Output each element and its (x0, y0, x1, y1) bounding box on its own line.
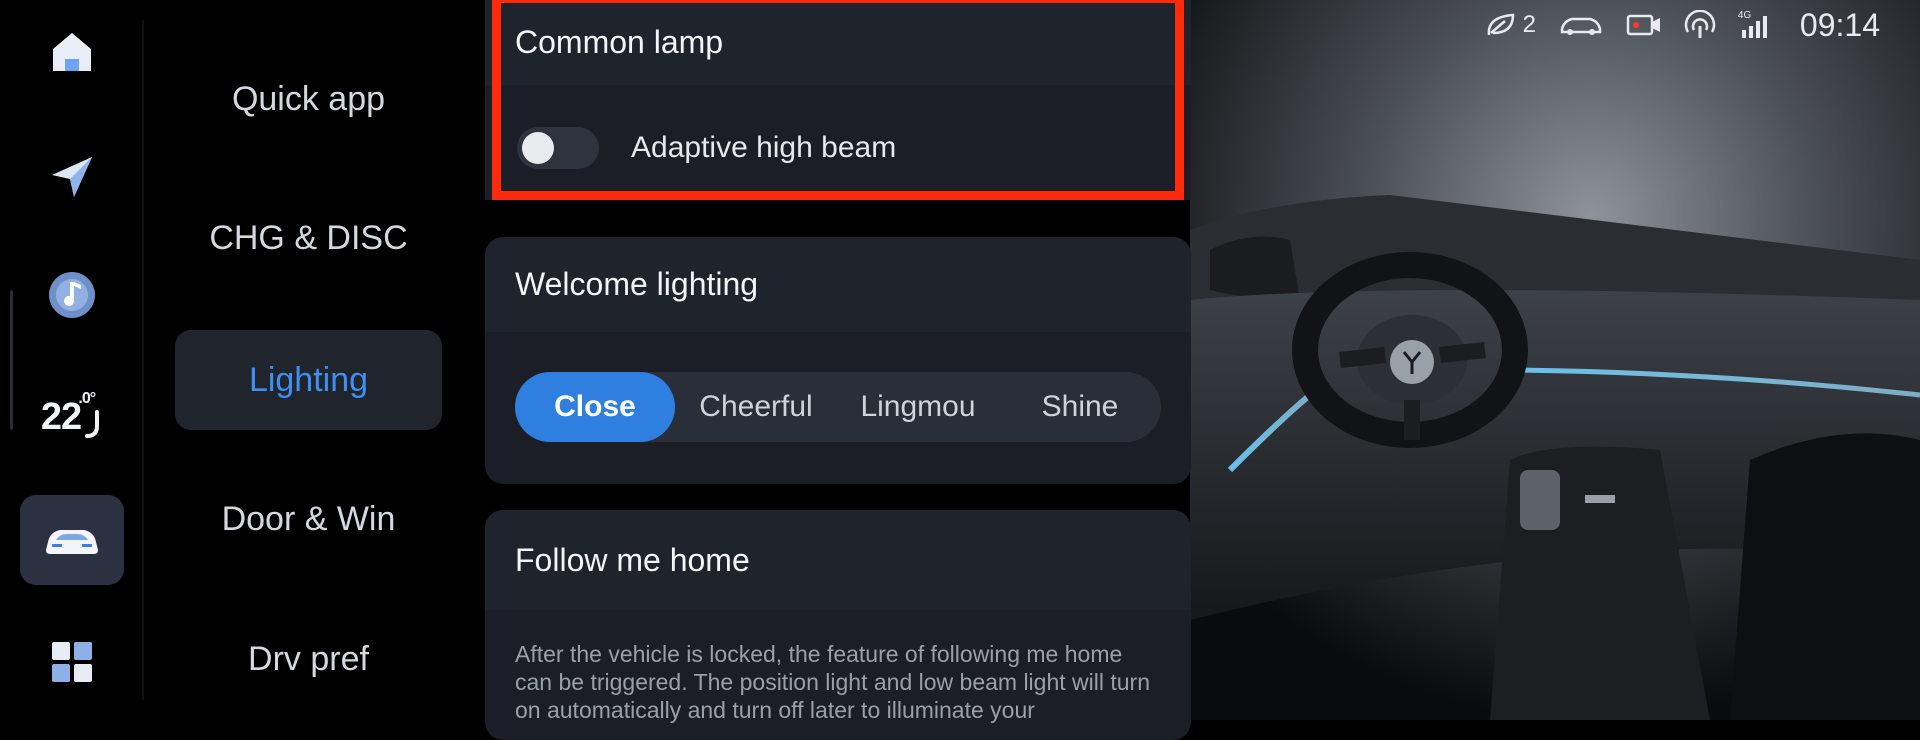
dock-home-button[interactable] (20, 7, 124, 97)
follow-me-home-card: Follow me home After the vehicle is lock… (485, 510, 1191, 740)
app-dock: 22.0° (0, 0, 145, 720)
dock-apps-button[interactable] (20, 617, 124, 707)
eco-leaf-icon (1487, 13, 1514, 36)
signal-icon: 4G (1738, 10, 1768, 40)
eco-count: 2 (1522, 11, 1536, 38)
dock-music-button[interactable] (20, 250, 124, 340)
welcome-option-cheerful[interactable]: Cheerful (675, 372, 837, 442)
nav-item-label: Door & Win (221, 499, 396, 538)
home-icon (53, 33, 91, 71)
dock-car-button[interactable] (20, 495, 124, 585)
toggle-knob (522, 131, 554, 164)
common-lamp-header: Common lamp (485, 0, 1191, 85)
section-title: Common lamp (515, 24, 724, 60)
car-icon (46, 530, 98, 554)
welcome-lighting-header: Welcome lighting (485, 237, 1191, 332)
car-interior-image (1190, 0, 1920, 720)
clock: 09:14 (1799, 6, 1880, 43)
dock-navigation-button[interactable] (20, 132, 124, 222)
dock-climate-button[interactable]: 22.0° (20, 372, 124, 462)
navigation-icon (52, 157, 92, 197)
temperature-readout: 22.0° (40, 389, 96, 438)
welcome-lighting-card: Welcome lighting Close Cheerful Lingmou … (485, 237, 1191, 484)
nav-item-drv-pref[interactable]: Drv pref (175, 609, 442, 709)
nav-item-label: Drv pref (248, 639, 369, 678)
music-icon (49, 272, 95, 318)
nav-item-door-win[interactable]: Door & Win (175, 469, 442, 569)
settings-nav: Quick app CHG & DISC Lighting Door & Win… (145, 0, 475, 720)
welcome-option-shine[interactable]: Shine (999, 372, 1161, 442)
follow-me-home-description: After the vehicle is locked, the feature… (515, 641, 1150, 723)
status-bar: 2 4G 09:14 (1485, 0, 1880, 50)
common-lamp-card: Common lamp Adaptive high beam (485, 0, 1191, 200)
car-interior-illustration (1190, 0, 1920, 720)
nav-item-label: Lighting (248, 360, 369, 399)
section-title: Welcome lighting (515, 266, 759, 302)
welcome-lighting-segmented-control: Close Cheerful Lingmou Shine (515, 372, 1161, 442)
nav-item-label: Quick app (231, 79, 386, 118)
car-status-icon (1560, 17, 1602, 35)
welcome-option-close[interactable]: Close (515, 372, 675, 442)
nav-item-quick-app[interactable]: Quick app (175, 49, 442, 149)
dashcam-icon (1626, 14, 1660, 36)
adaptive-high-beam-toggle[interactable] (517, 126, 599, 169)
climate-seat-icon (85, 410, 100, 438)
nav-item-chg-disc[interactable]: CHG & DISC (175, 188, 442, 288)
follow-me-home-header: Follow me home (485, 510, 1191, 610)
adaptive-high-beam-row: Adaptive high beam (485, 85, 1191, 200)
section-title: Follow me home (515, 541, 750, 578)
nav-item-lighting[interactable]: Lighting (175, 330, 442, 430)
hotspot-icon (1684, 10, 1716, 38)
dock-scrollbar[interactable] (10, 290, 13, 430)
adaptive-high-beam-label: Adaptive high beam (631, 130, 897, 164)
apps-grid-icon (52, 642, 92, 682)
welcome-option-lingmou[interactable]: Lingmou (837, 372, 999, 442)
dock-divider (142, 20, 144, 700)
nav-item-label: CHG & DISC (209, 218, 408, 257)
